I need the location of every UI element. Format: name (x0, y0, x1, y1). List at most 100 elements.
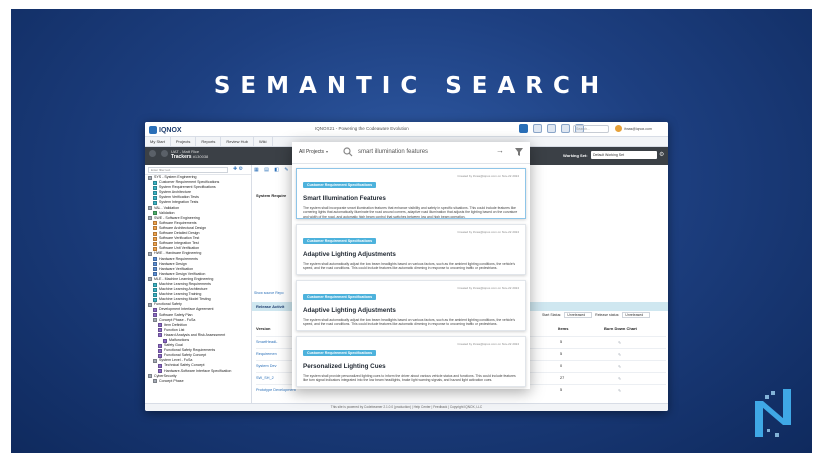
items-count: 5 (560, 352, 563, 356)
home-icon[interactable] (161, 150, 168, 157)
tracker-icon (153, 272, 157, 277)
project-title: Trackers (171, 154, 192, 160)
nav-review-hub[interactable]: Review Hub (221, 137, 254, 147)
col-items: Items (558, 326, 569, 331)
tree-item[interactable]: Concept Phase (145, 379, 251, 384)
search-query-input[interactable]: smart illumination features (358, 149, 428, 155)
result-description: The system shall automatically adjust th… (303, 262, 516, 271)
result-tracker-tag[interactable]: Customer Requirement Specifications (303, 294, 377, 300)
version-link[interactable]: System Dev (256, 364, 276, 368)
list-icon[interactable] (533, 124, 542, 133)
items-count: 5 (560, 388, 563, 392)
tree-filter-input[interactable]: Enter filter text (148, 167, 228, 173)
tracker-icon (153, 226, 157, 231)
global-search-input[interactable]: Search... (573, 125, 609, 133)
tracker-icon (158, 323, 162, 328)
result-title[interactable]: Smart Illumination Features (303, 195, 519, 202)
result-tracker-tag[interactable]: Customer Requirement Specifications (303, 182, 377, 188)
semantic-search-icon[interactable] (519, 124, 528, 133)
version-link[interactable]: Requiremen (256, 352, 277, 356)
burndown-chart-icon[interactable]: ✎ (618, 364, 621, 369)
working-set-label: Working Set: (563, 153, 588, 158)
tracker-icon (148, 251, 152, 256)
burndown-chart-icon[interactable]: ✎ (618, 340, 621, 345)
release-status-label: Release status: (595, 313, 620, 317)
burndown-chart-icon[interactable]: ✎ (618, 388, 621, 393)
result-meta: Created by ihnas@iqnox.com on Nov-22 202… (457, 174, 519, 178)
chevron-down-icon: ▾ (326, 149, 329, 154)
tracker-icon (153, 267, 157, 272)
section-label: System Require (256, 193, 287, 198)
avatar (615, 125, 622, 132)
tracker-icon (153, 318, 157, 323)
tracker-icon (158, 328, 162, 333)
search-scope-label: All Projects (299, 149, 325, 155)
version-link[interactable]: SmartHeadL (256, 340, 277, 344)
tracker-icon (158, 348, 162, 353)
working-set-select[interactable]: Default Working Set (591, 151, 657, 159)
nav-my-start[interactable]: My Start (145, 137, 171, 147)
tree-tool-icons[interactable]: ✚ ⚙ (233, 166, 243, 172)
frame-edge (812, 9, 826, 453)
nav-reports[interactable]: Reports (196, 137, 222, 147)
tracker-icon (153, 297, 157, 302)
tracker-icon (158, 364, 162, 369)
search-scope-select[interactable]: All Projects ▾ (299, 149, 328, 155)
iqnox-logo-icon (149, 126, 157, 134)
result-tracker-tag[interactable]: Customer Requirement Specifications (303, 350, 377, 356)
result-title[interactable]: Adaptive Lighting Adjustments (303, 307, 519, 314)
search-result-card[interactable]: Customer Requirement Specifications Creat… (296, 224, 526, 275)
app-footer: This site is powered by Codebeamer 2.1.0… (145, 403, 668, 411)
tracker-icon (148, 277, 152, 282)
project-title-block: UAT - Matt Rice Trackers #130038 (171, 149, 208, 160)
result-title[interactable]: Adaptive Lighting Adjustments (303, 251, 519, 258)
arrow-right-icon[interactable]: → (496, 146, 504, 156)
brand[interactable]: IQNOX (149, 125, 182, 135)
user-menu[interactable]: ihnas@iqnox.com (615, 125, 652, 132)
nav-projects[interactable]: Projects (171, 137, 197, 147)
burndown-chart-icon[interactable]: ✎ (618, 352, 621, 357)
result-description: The system shall provide personalized li… (303, 374, 516, 383)
tracker-icon (153, 282, 157, 287)
burndown-chart-icon[interactable]: ✎ (618, 376, 621, 381)
tracker-icon (153, 379, 157, 384)
tracker-icon (153, 358, 157, 363)
version-link[interactable]: Prototype Development (256, 388, 296, 392)
items-count: 27 (560, 376, 565, 380)
show-source-link[interactable]: Show source Repo (254, 291, 284, 295)
tracker-icon (153, 195, 157, 200)
result-title[interactable]: Personalized Lighting Cues (303, 363, 519, 370)
tracker-icon (153, 190, 157, 195)
tracker-icon (153, 180, 157, 185)
result-meta: Created by ihnas@iqnox.com on Nov-22 202… (457, 342, 519, 346)
app-tagline: IQNOX21 - Powering the Codeaware Evoluti… (315, 126, 409, 131)
filter-icon[interactable] (515, 148, 523, 156)
search-result-card[interactable]: Customer Requirement Specifications Creat… (296, 168, 526, 219)
headline: SEMANTIC SEARCH (213, 73, 610, 99)
search-icon[interactable] (547, 124, 556, 133)
tracker-icon (153, 185, 157, 190)
col-version: Version (256, 326, 271, 331)
tracker-icon (148, 175, 152, 180)
search-icon (343, 147, 353, 157)
start-status-select[interactable]: Unreleased (564, 312, 593, 318)
tracker-icon (158, 343, 162, 348)
tracker-icon (153, 313, 157, 318)
version-link[interactable]: SW_SH_2 (256, 376, 274, 380)
app-topbar: IQNOX IQNOX21 - Powering the Codeaware E… (145, 122, 668, 137)
user-icon[interactable] (561, 124, 570, 133)
search-bar: All Projects ▾ smart illumination feature… (292, 142, 530, 164)
search-result-card[interactable]: Customer Requirement Specifications Creat… (296, 280, 526, 331)
tracker-icon (148, 206, 152, 211)
back-icon[interactable] (149, 150, 156, 157)
release-activity-label: Release Activit (256, 304, 285, 309)
nav-wiki[interactable]: Wiki (254, 137, 273, 147)
user-email: ihnas@iqnox.com (624, 126, 652, 131)
items-count: 5 (560, 340, 563, 344)
release-status-select[interactable]: Unreleased (622, 312, 651, 318)
tracker-icon (158, 369, 162, 374)
gear-icon[interactable]: ⚙ (659, 152, 664, 158)
search-result-card[interactable]: Customer Requirement Specifications Creat… (296, 336, 526, 387)
result-tracker-tag[interactable]: Customer Requirement Specifications (303, 238, 377, 244)
col-burndown: Burn Down Chart (604, 326, 637, 331)
